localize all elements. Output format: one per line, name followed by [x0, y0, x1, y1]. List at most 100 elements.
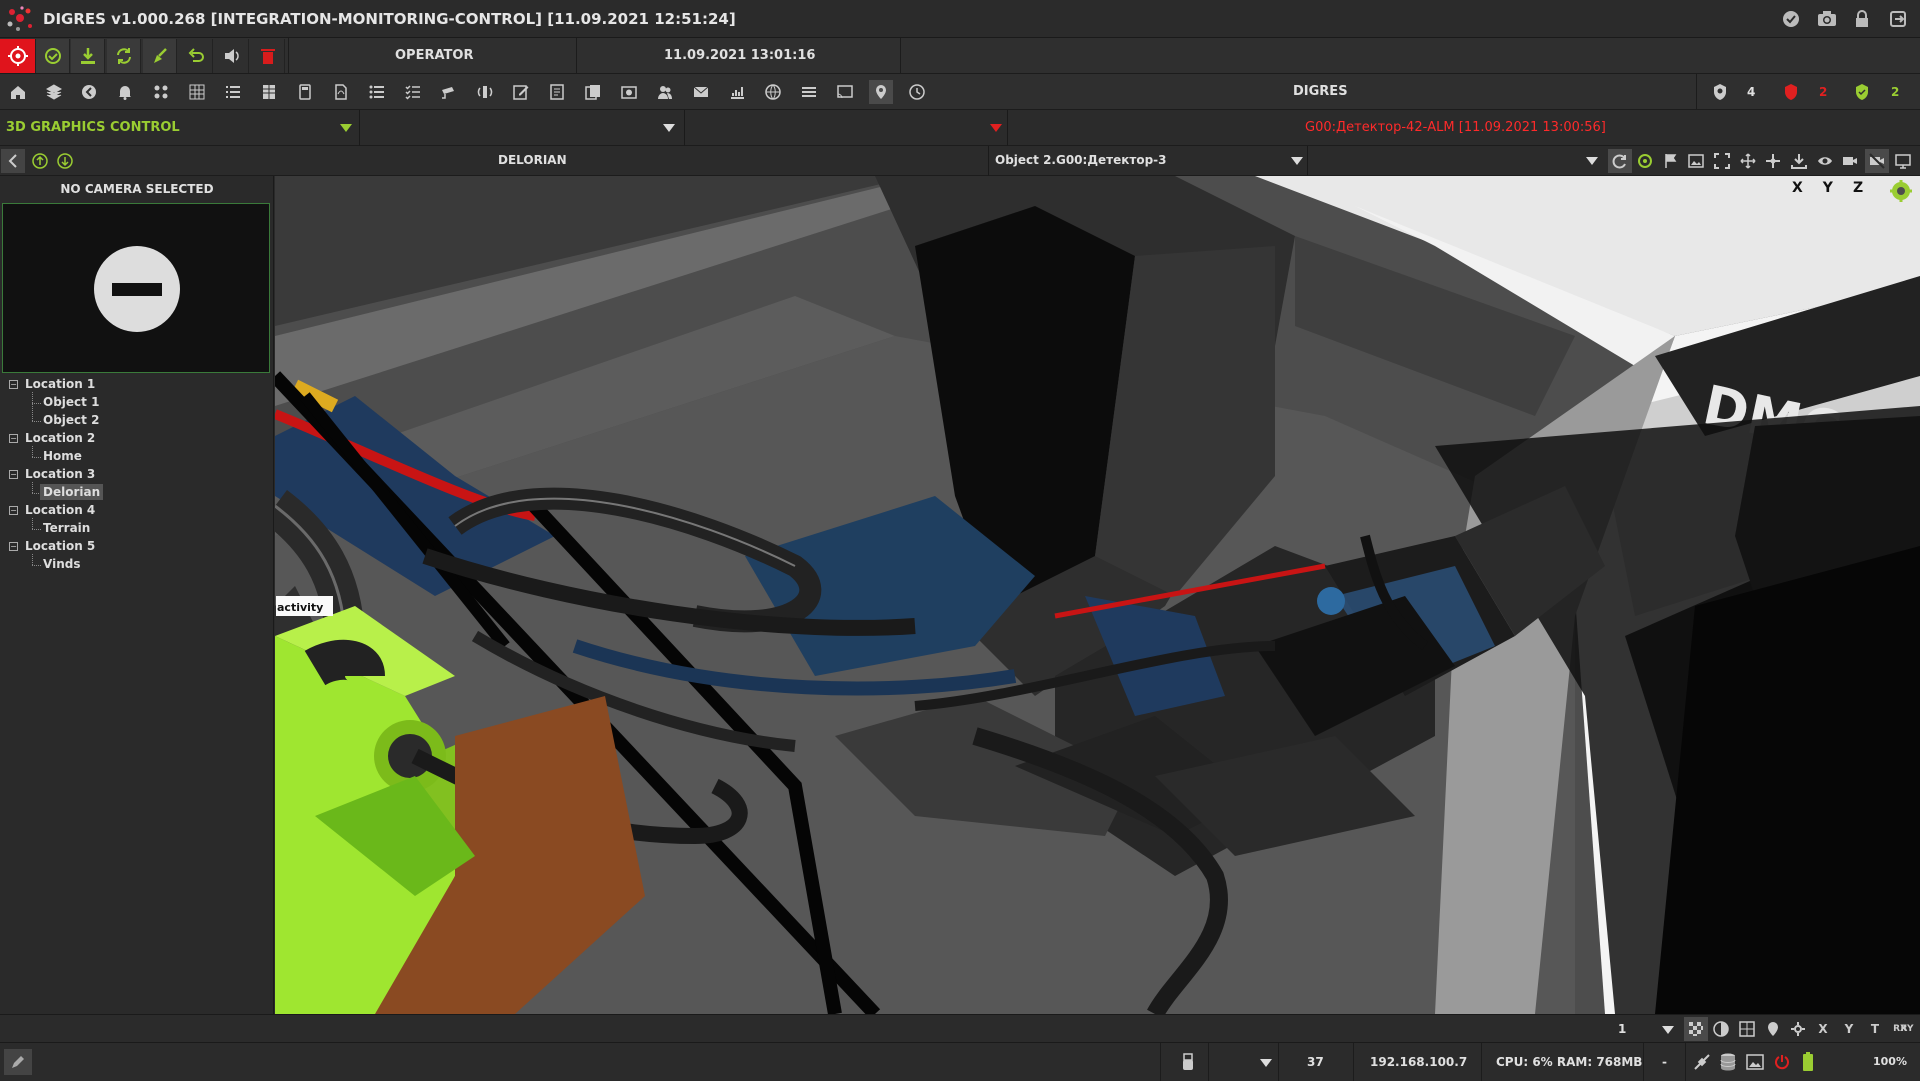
pdf-icon[interactable]	[329, 80, 353, 104]
cast-icon[interactable]	[833, 80, 857, 104]
nodes-icon[interactable]	[149, 80, 173, 104]
axis-label-x[interactable]: X	[1792, 180, 1803, 204]
shield-icon[interactable]	[1708, 80, 1732, 104]
check-circle-icon[interactable]	[1781, 9, 1801, 29]
tree-collapse-toggle[interactable]: −	[9, 434, 18, 443]
tree-location[interactable]: Location 2	[25, 430, 95, 446]
camera-icon[interactable]	[1817, 9, 1837, 29]
list-icon[interactable]	[221, 80, 245, 104]
tree-location[interactable]: Location 4	[25, 502, 95, 518]
tree-object[interactable]: Object 1	[43, 394, 99, 410]
flag-icon[interactable]	[1659, 149, 1683, 173]
settings-icon[interactable]	[1786, 1017, 1810, 1041]
orientation-gizmo-icon[interactable]	[1890, 180, 1912, 202]
frame-icon[interactable]	[1735, 1017, 1759, 1041]
contrast-icon[interactable]	[1709, 1017, 1733, 1041]
lock-icon[interactable]	[1852, 9, 1872, 29]
back-circle-icon[interactable]	[77, 80, 101, 104]
refresh-icon[interactable]	[1608, 149, 1632, 173]
chart-icon[interactable]	[725, 80, 749, 104]
database-icon[interactable]	[1716, 1050, 1740, 1074]
axis-label-z[interactable]: Z	[1853, 180, 1863, 204]
image-icon[interactable]	[1743, 1050, 1767, 1074]
tree-location[interactable]: Location 5	[25, 538, 95, 554]
save-down-icon[interactable]	[1787, 149, 1811, 173]
ok-shield-icon[interactable]	[1850, 80, 1874, 104]
secondary-select[interactable]	[361, 110, 685, 146]
calculator-icon[interactable]	[293, 80, 317, 104]
bullet-list-icon[interactable]	[365, 80, 389, 104]
grid-icon[interactable]	[185, 80, 209, 104]
pan-icon[interactable]	[1761, 149, 1785, 173]
map-pin-icon[interactable]	[869, 80, 893, 104]
mail-icon[interactable]	[689, 80, 713, 104]
alarm-shield-icon[interactable]	[1779, 80, 1803, 104]
checklist-icon[interactable]	[401, 80, 425, 104]
undo-icon[interactable]	[179, 39, 213, 73]
checker-icon[interactable]	[1684, 1017, 1708, 1041]
pin-icon[interactable]	[1761, 1017, 1785, 1041]
tree-location[interactable]: Location 3	[25, 466, 95, 482]
device-select[interactable]	[1210, 1043, 1278, 1081]
picture-icon[interactable]	[1684, 149, 1708, 173]
accept-button[interactable]	[36, 39, 70, 73]
exit-icon[interactable]	[1888, 9, 1908, 29]
view-button-ry[interactable]: RY	[1895, 1017, 1919, 1041]
gallery-icon[interactable]	[617, 80, 641, 104]
monitor-icon[interactable]	[1891, 149, 1915, 173]
home-icon[interactable]	[6, 80, 30, 104]
mode-select[interactable]: 3D GRAPHICS CONTROL	[0, 110, 360, 146]
view-button-y[interactable]: Y	[1837, 1017, 1861, 1041]
alarm-filter-select[interactable]	[686, 110, 1008, 146]
back-chevron-icon[interactable]	[1, 149, 25, 173]
layers-icon[interactable]	[42, 80, 66, 104]
tree-object[interactable]: Terrain	[43, 520, 90, 536]
edit-mode-icon[interactable]	[4, 1049, 32, 1075]
globe-icon[interactable]	[761, 80, 785, 104]
rows-icon[interactable]	[797, 80, 821, 104]
tree-location[interactable]: Location 1	[25, 376, 95, 392]
target-icon[interactable]	[1633, 149, 1657, 173]
power-icon[interactable]	[1770, 1050, 1794, 1074]
tree-object[interactable]: Delorian	[40, 484, 104, 500]
alarm-message[interactable]: G00:Детектор-42-ALM [11.09.2021 13:00:56…	[1305, 120, 1606, 135]
usb-icon[interactable]	[1176, 1050, 1200, 1074]
eye-icon[interactable]	[1813, 149, 1837, 173]
tree-collapse-toggle[interactable]: −	[9, 470, 18, 479]
view-button-x[interactable]: X	[1811, 1017, 1835, 1041]
page-select[interactable]: 1	[1610, 1015, 1678, 1043]
fullscreen-icon[interactable]	[1710, 149, 1734, 173]
tree-object[interactable]: Object 2	[43, 412, 99, 428]
tree-collapse-toggle[interactable]: −	[9, 542, 18, 551]
report-icon[interactable]	[545, 80, 569, 104]
3d-viewport[interactable]: DMC	[275, 176, 1920, 1014]
tree-collapse-toggle[interactable]: −	[9, 506, 18, 515]
users-icon[interactable]	[653, 80, 677, 104]
video-off-icon[interactable]	[1865, 149, 1889, 173]
table-icon[interactable]	[257, 80, 281, 104]
arrow-up-circle-icon[interactable]	[28, 149, 52, 173]
video-camera-icon[interactable]	[1838, 149, 1862, 173]
edit-icon[interactable]	[509, 80, 533, 104]
bell-icon[interactable]	[113, 80, 137, 104]
tree-object[interactable]: Vinds	[43, 556, 80, 572]
documents-icon[interactable]	[581, 80, 605, 104]
sound-icon[interactable]	[215, 39, 249, 73]
broom-icon[interactable]	[143, 39, 177, 73]
axis-label-y[interactable]: Y	[1823, 180, 1833, 204]
view-button-t[interactable]: T	[1863, 1017, 1887, 1041]
tree-object[interactable]: Home	[43, 448, 82, 464]
arrow-down-circle-icon[interactable]	[53, 149, 77, 173]
layer-select[interactable]	[1310, 146, 1602, 176]
clock-icon[interactable]	[905, 80, 929, 104]
cctv-icon[interactable]	[437, 80, 461, 104]
move-icon[interactable]	[1736, 149, 1760, 173]
sync-icon[interactable]	[107, 39, 141, 73]
tree-collapse-toggle[interactable]: −	[9, 380, 18, 389]
object-select[interactable]: Object 2.G00:Детектор-3	[988, 146, 1308, 176]
download-icon[interactable]	[71, 39, 105, 73]
sensor-icon[interactable]	[473, 80, 497, 104]
delete-icon[interactable]	[251, 39, 285, 73]
target-alarm-button[interactable]	[0, 39, 36, 73]
satellite-icon[interactable]	[1690, 1050, 1714, 1074]
